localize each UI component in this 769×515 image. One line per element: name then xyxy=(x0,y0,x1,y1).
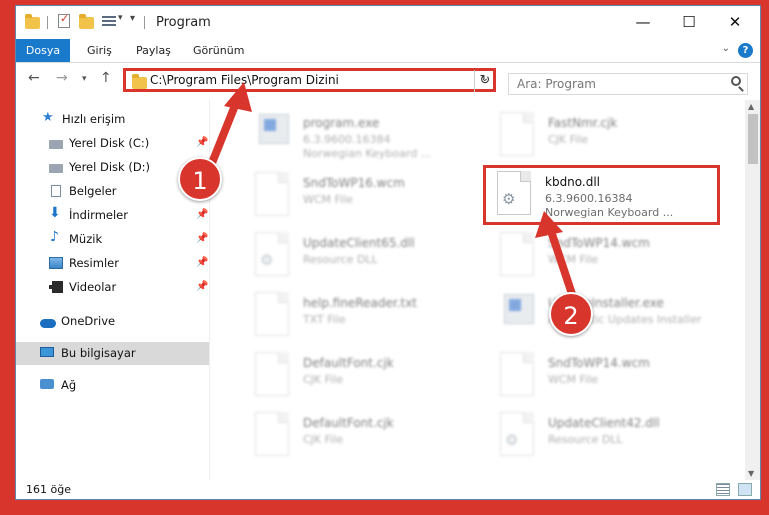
arrow-1-shaft xyxy=(206,94,242,172)
arrow-1-head xyxy=(224,82,252,112)
callout-badge-1: 1 xyxy=(178,157,222,201)
arrow-2-shaft xyxy=(546,224,578,304)
callout-arrows xyxy=(206,82,578,304)
callout-badge-2: 2 xyxy=(549,292,593,336)
arrow-2-head xyxy=(535,211,563,238)
